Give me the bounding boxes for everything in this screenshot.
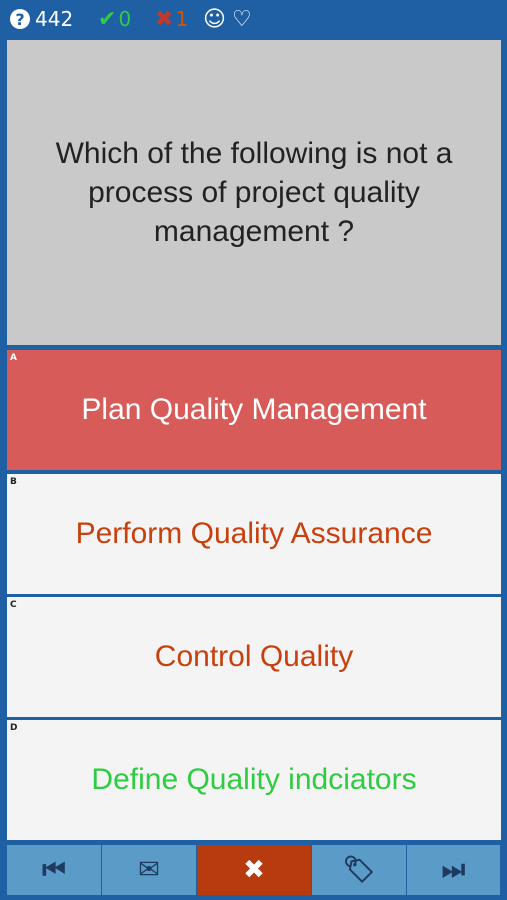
answer-option-b[interactable]: B Perform Quality Assurance	[7, 474, 501, 594]
skip-last-icon: ⏭	[441, 855, 466, 885]
answer-option-c[interactable]: C Control Quality	[7, 597, 501, 717]
question-count: 442	[35, 7, 74, 31]
close-icon: ✖	[243, 855, 265, 885]
question-counter: ? 442	[10, 0, 73, 38]
skip-first-icon: ⏮	[42, 855, 66, 885]
mail-button[interactable]: ✉	[102, 845, 196, 895]
first-question-button[interactable]: ⏮	[7, 845, 101, 895]
tags-button[interactable]: 🏷	[312, 845, 406, 895]
app-frame: ? 442 ✔ 0 ✖ 1 ☺ ♡ Which of the following…	[0, 0, 507, 900]
option-letter: C	[10, 600, 17, 610]
smiley-button[interactable]: ☺	[203, 0, 226, 38]
correct-counter: ✔ 0	[98, 0, 131, 38]
question-panel: Which of the following is not a process …	[7, 40, 501, 345]
answer-option-d[interactable]: D Define Quality indciators	[7, 720, 501, 840]
help-icon[interactable]: ?	[10, 9, 30, 29]
option-text: Define Quality indciators	[91, 763, 417, 796]
correct-count: 0	[118, 7, 132, 31]
last-question-button[interactable]: ⏭	[407, 845, 500, 895]
answer-option-a[interactable]: A Plan Quality Management	[7, 350, 501, 470]
smiley-icon: ☺	[203, 6, 226, 32]
cross-icon: ✖	[155, 6, 174, 32]
wrong-count: 1	[175, 7, 189, 31]
bottom-toolbar: ⏮ ✉ ✖ 🏷 ⏭	[0, 843, 507, 900]
option-text: Control Quality	[154, 640, 354, 673]
close-button[interactable]: ✖	[197, 845, 311, 895]
favorite-button[interactable]: ♡	[232, 0, 252, 38]
check-icon: ✔	[98, 6, 117, 32]
mail-icon: ✉	[138, 855, 160, 885]
question-text: Which of the following is not a process …	[55, 137, 453, 248]
heart-icon: ♡	[232, 6, 252, 32]
status-bar: ? 442 ✔ 0 ✖ 1 ☺ ♡	[0, 0, 507, 38]
tags-icon: 🏷	[342, 855, 376, 885]
option-letter: A	[10, 353, 17, 363]
option-text: Perform Quality Assurance	[75, 517, 433, 550]
wrong-counter: ✖ 1	[155, 0, 188, 38]
option-letter: B	[10, 477, 17, 487]
option-text: Plan Quality Management	[81, 393, 427, 426]
option-letter: D	[10, 723, 18, 733]
